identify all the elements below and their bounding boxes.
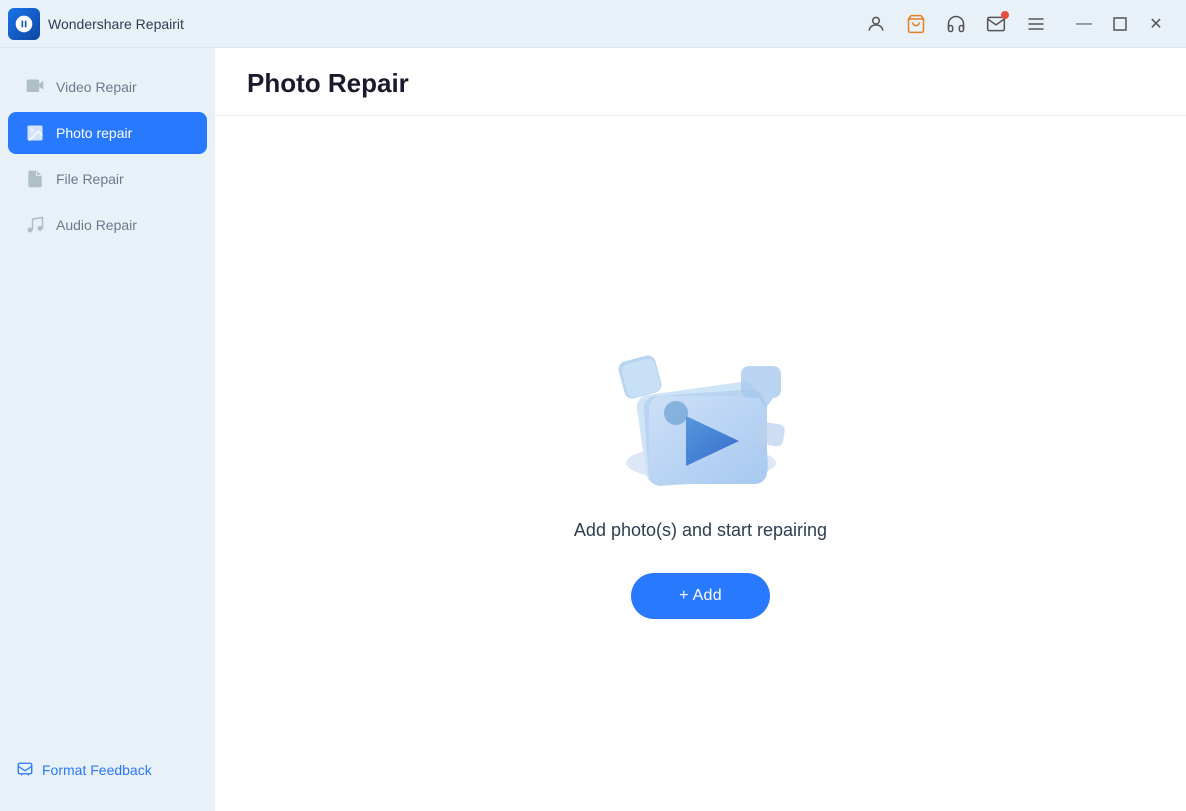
app-title: Wondershare Repairit [48, 16, 184, 32]
sidebar-item-label: Video Repair [56, 79, 137, 95]
menu-icon[interactable] [1018, 6, 1054, 42]
window-controls: — ✕ [1066, 6, 1174, 42]
add-button[interactable]: + Add [631, 573, 770, 619]
feedback-icon [16, 761, 34, 779]
sidebar-item-audio-repair[interactable]: Audio Repair [8, 204, 207, 246]
account-icon[interactable] [858, 6, 894, 42]
support-icon[interactable] [938, 6, 974, 42]
sidebar-item-label: Photo repair [56, 125, 132, 141]
format-feedback-link[interactable]: Format Feedback [16, 761, 199, 779]
sidebar-item-label: Audio Repair [56, 217, 137, 233]
minimize-button[interactable]: — [1066, 6, 1102, 42]
sidebar: Video Repair Photo repair File Repair [0, 48, 215, 811]
file-repair-icon [24, 168, 46, 190]
audio-repair-icon [24, 214, 46, 236]
mail-icon[interactable] [978, 6, 1014, 42]
title-bar-right: — ✕ [858, 6, 1174, 42]
mail-badge [1001, 11, 1009, 19]
sidebar-item-label: File Repair [56, 171, 124, 187]
empty-state-text: Add photo(s) and start repairing [574, 520, 827, 541]
photo-repair-icon [24, 122, 46, 144]
sidebar-item-file-repair[interactable]: File Repair [8, 158, 207, 200]
content-header: Photo Repair [215, 48, 1186, 116]
app-logo [8, 8, 40, 40]
cart-icon[interactable] [898, 6, 934, 42]
logo-icon [14, 14, 34, 34]
sidebar-item-photo-repair[interactable]: Photo repair [8, 112, 207, 154]
photo-repair-illustration [591, 308, 811, 488]
maximize-button[interactable] [1102, 6, 1138, 42]
main-content: Photo Repair [215, 48, 1186, 811]
feedback-label: Format Feedback [42, 762, 152, 778]
title-bar-left: Wondershare Repairit [8, 8, 184, 40]
main-layout: Video Repair Photo repair File Repair [0, 48, 1186, 811]
page-title: Photo Repair [247, 68, 1154, 99]
close-button[interactable]: ✕ [1138, 6, 1174, 42]
empty-state: Add photo(s) and start repairing + Add [215, 116, 1186, 811]
sidebar-item-video-repair[interactable]: Video Repair [8, 66, 207, 108]
title-bar: Wondershare Repairit [0, 0, 1186, 48]
sidebar-footer: Format Feedback [0, 745, 215, 795]
video-repair-icon [24, 76, 46, 98]
